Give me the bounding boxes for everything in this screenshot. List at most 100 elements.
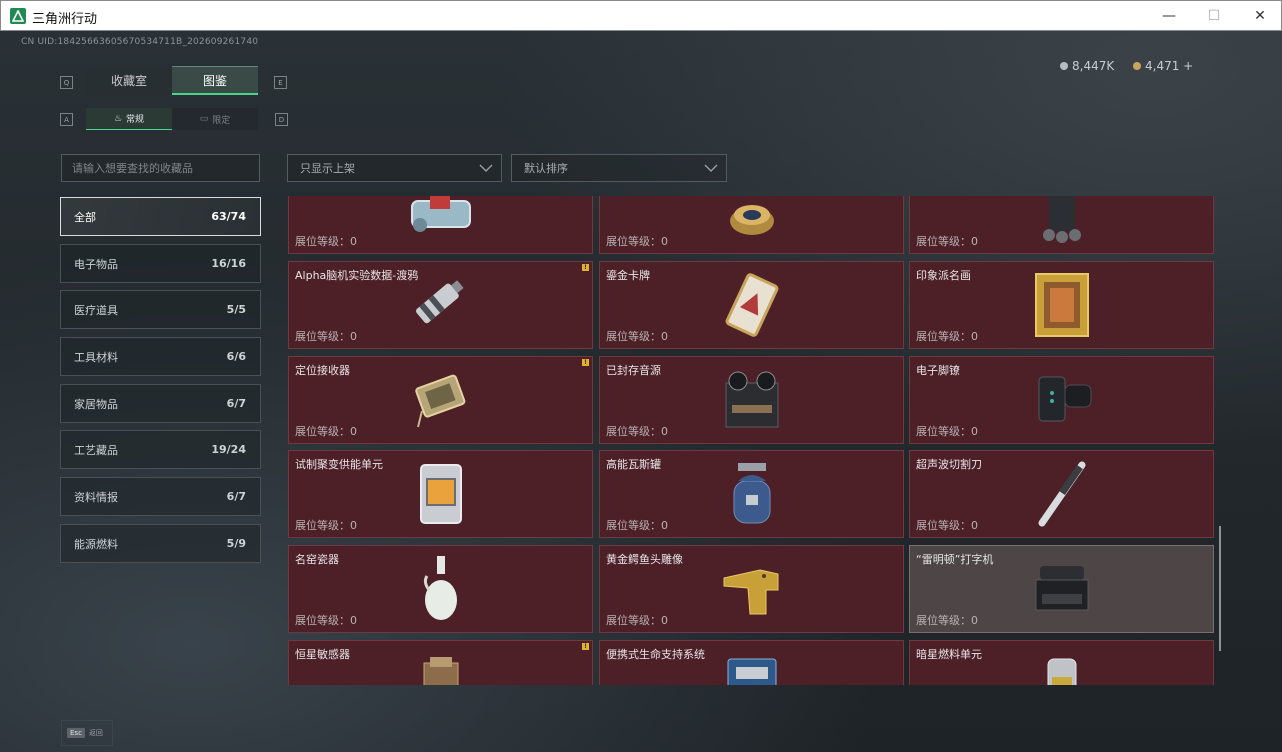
item-level: 展位等级：0 [606,519,668,532]
gold-coin-icon [1133,62,1141,70]
item-level: 展位等级：0 [916,235,978,248]
category-all[interactable]: 全部 63/74 [60,197,261,236]
grid-scrollbar[interactable] [1219,526,1221,651]
search-box[interactable] [61,154,260,182]
subtab-regular-label: 常规 [126,115,145,125]
item-name: 试制聚变供能单元 [295,458,383,471]
key-hint-q: Q [60,76,73,89]
item-level: 展位等级：0 [916,330,978,343]
item-card[interactable]: 高能瓦斯罐 展位等级：0 [599,450,904,538]
close-button[interactable]: ✕ [1237,1,1282,31]
category-household[interactable]: 家居物品 6/7 [60,384,261,423]
item-card[interactable]: 暗星燃料单元 [909,640,1214,685]
category-electronics[interactable]: 电子物品 16/16 [60,244,261,283]
tape-recorder-icon [725,371,778,428]
category-energy[interactable]: 能源燃料 5/9 [60,524,261,563]
gold-amount: 4,471 + [1145,59,1194,73]
item-card[interactable]: 电子脚镣 展位等级：0 [909,356,1214,444]
minimize-button[interactable]: — [1146,1,1192,31]
chevron-down-icon [704,164,718,172]
item-level: 展位等级：0 [606,425,668,438]
item-name: 印象派名画 [916,269,971,282]
category-tools[interactable]: 工具材料 6/6 [60,337,261,376]
shelf-filter-dropdown[interactable]: 只显示上架 [287,154,502,182]
backpack-device-icon [1042,196,1081,243]
silver-coin-icon [1060,62,1068,70]
search-input[interactable] [62,155,259,181]
tab-catalog[interactable]: 图鉴 [172,66,258,95]
item-card[interactable]: 定位接收器 ! 展位等级：0 [288,356,593,444]
gold-crocodile-icon [723,569,778,615]
tab-collection-room[interactable]: 收藏室 [86,66,172,95]
maximize-button[interactable]: ☐ [1191,1,1237,31]
item-level: 展位等级：0 [295,614,357,627]
item-name: 超声波切割刀 [916,458,982,471]
category-label: 工具材料 [74,350,118,364]
item-card[interactable]: 鎏金卡牌 展位等级：0 [599,261,904,349]
category-count: 6/7 [226,490,246,503]
item-name: 恒星敏感器 [295,648,350,661]
app-logo-icon [10,8,26,24]
item-card[interactable]: 展位等级：0 [288,196,593,254]
category-count: 16/16 [211,257,246,270]
subtab-regular[interactable]: ♨ 常规 [86,108,172,130]
subtab-limited[interactable]: ▭ 限定 [172,108,258,130]
item-card[interactable]: Alpha脑机实验数据-渡鸦 ! 展位等级：0 [288,261,593,349]
item-card[interactable]: 便携式生命支持系统 [599,640,904,685]
item-name: “雷明顿”打字机 [916,553,994,566]
fuel-cell-icon [1047,658,1076,685]
item-level: 展位等级：0 [295,330,357,343]
gilded-card-icon [725,273,778,337]
item-card[interactable]: 印象派名画 展位等级：0 [909,261,1214,349]
category-label: 工艺藏品 [74,443,118,457]
back-button[interactable]: Esc 返回 [61,720,113,746]
silver-currency: 8,447K [1060,59,1114,73]
silver-amount: 8,447K [1072,59,1115,73]
category-label: 资料情报 [74,490,118,504]
sort-value: 默认排序 [524,162,568,175]
esc-key-icon: Esc [67,728,85,738]
painting-icon [1034,273,1089,337]
item-card[interactable]: 超声波切割刀 展位等级：0 [909,450,1214,538]
category-count: 6/6 [226,350,246,363]
game-viewport: CN UID:18425663605670534711B_20260926174… [0,31,1282,752]
item-card[interactable]: 已封存音源 展位等级：0 [599,356,904,444]
category-label: 电子物品 [74,257,118,271]
window-title: 三角洲行动 [32,12,98,27]
item-card[interactable]: 展位等级：0 [909,196,1214,254]
category-medical[interactable]: 医疗道具 5/5 [60,290,261,329]
item-card[interactable]: 恒星敏感器 ! [288,640,593,685]
item-name: Alpha脑机实验数据-渡鸦 [295,269,419,282]
warning-icon: ! [582,264,589,271]
fusion-cell-icon [419,464,462,524]
item-level: 展位等级：0 [916,614,978,627]
item-level: 展位等级：0 [916,425,978,438]
flask-icon: ♨ [113,113,123,124]
item-card[interactable]: “雷明顿”打字机 展位等级：0 [909,545,1214,633]
item-card[interactable]: 黄金鳄鱼头雕像 展位等级：0 [599,545,904,633]
limited-icon: ▭ [199,114,209,124]
item-name: 便携式生命支持系统 [606,648,705,661]
category-count: 6/7 [226,397,246,410]
item-name: 鎏金卡牌 [606,269,650,282]
category-crafts[interactable]: 工艺藏品 19/24 [60,430,261,469]
item-card[interactable]: 展位等级：0 [599,196,904,254]
item-name: 暗星燃料单元 [916,648,982,661]
gold-currency[interactable]: 4,471 + [1133,59,1193,73]
item-card[interactable]: 试制聚变供能单元 展位等级：0 [288,450,593,538]
caviar-tin-icon [729,205,774,235]
ankle-monitor-icon [1038,376,1091,422]
item-name: 高能瓦斯罐 [606,458,661,471]
item-level: 展位等级：0 [295,235,357,248]
subtab-limited-label: 限定 [212,115,231,126]
sort-dropdown[interactable]: 默认排序 [511,154,727,182]
category-intel[interactable]: 资料情报 6/7 [60,477,261,516]
item-level: 展位等级：0 [295,519,357,532]
data-drive-icon [415,280,464,324]
item-level: 展位等级：0 [916,519,978,532]
window-titlebar: 三角洲行动 — ☐ ✕ [0,0,1282,31]
item-name: 黄金鳄鱼头雕像 [606,553,683,566]
user-uid: CN UID:18425663605670534711B_20260926174… [21,37,259,47]
item-grid: 展位等级：0 展位等级：0 展位等级：0 Alpha脑机实验数据-渡鸦 ! 展位… [287,196,1222,685]
item-card[interactable]: 名窑瓷器 展位等级：0 [288,545,593,633]
